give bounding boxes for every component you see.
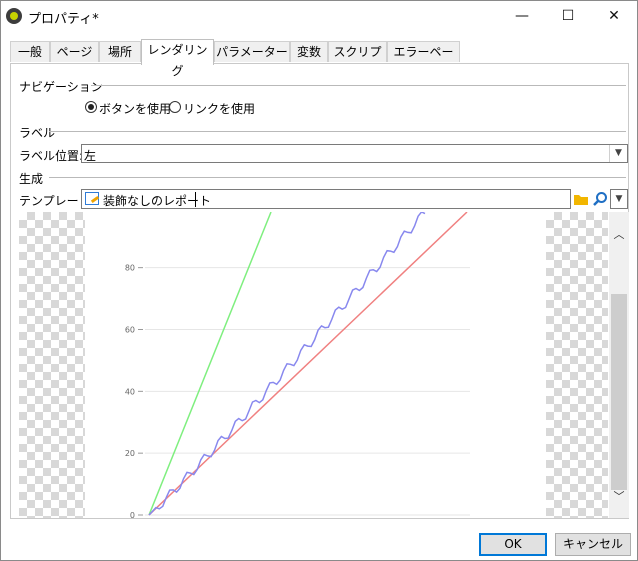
properties-dialog: プロパティ* — ☐ ✕ 一般 ページ 場所 レンダリング パラメーター 変数 …	[0, 0, 638, 561]
label-position-label: ラベル位置:	[19, 149, 84, 163]
app-icon	[6, 8, 22, 24]
navigation-divider	[91, 85, 626, 86]
use-buttons-radio[interactable]	[85, 101, 97, 113]
generate-section-label: 生成	[19, 172, 44, 186]
y-tick-labels: 0 20 40 60 80	[125, 264, 135, 518]
preview-background-right	[546, 212, 608, 518]
use-links-radio[interactable]	[169, 101, 181, 113]
preview-background-left	[19, 212, 85, 518]
chevron-down-icon: ▼	[615, 194, 623, 204]
y-tick-label: 0	[130, 511, 135, 518]
maximize-button[interactable]: ☐	[545, 1, 591, 31]
label-position-select[interactable]: 左 ▼	[81, 144, 628, 163]
use-links-label: リンクを使用	[183, 102, 256, 116]
tab-general[interactable]: 一般	[10, 41, 50, 62]
template-icon	[85, 192, 99, 205]
ok-button[interactable]: OK	[479, 533, 547, 556]
scrollbar-thumb[interactable]	[611, 294, 627, 490]
minimize-button[interactable]: —	[499, 1, 545, 31]
tab-error-page[interactable]: エラーページ	[387, 41, 460, 80]
tab-script[interactable]: スクリプト	[328, 41, 387, 80]
preview-chart: 0 20 40 60 80	[125, 212, 470, 518]
y-tick-label: 20	[125, 449, 135, 458]
label-divider	[49, 131, 626, 132]
preview-scrollbar[interactable]: ︿ ﹀	[609, 212, 629, 518]
y-tick-label: 80	[125, 264, 135, 273]
label-section-label: ラベル	[19, 126, 56, 140]
window-title: プロパティ*	[28, 12, 99, 27]
template-dropdown-button[interactable]: ▼	[610, 189, 628, 209]
y-tick-label: 60	[125, 325, 135, 334]
chevron-down-icon[interactable]: ▼	[609, 145, 627, 162]
close-button[interactable]: ✕	[591, 1, 637, 31]
tab-rendering[interactable]: レンダリング	[141, 39, 214, 78]
cancel-button[interactable]: キャンセル	[555, 533, 631, 556]
navigation-section-label: ナビゲーション	[19, 80, 103, 94]
y-tick-label: 40	[125, 387, 135, 396]
search-icon[interactable]	[592, 191, 608, 207]
series-line-blue	[148, 212, 426, 516]
template-preview: 0 20 40 60 80 ︿ ﹀	[19, 212, 629, 518]
scroll-up-icon[interactable]: ︿	[609, 226, 629, 242]
tab-location[interactable]: 場所	[99, 41, 141, 62]
series-line-green	[148, 212, 272, 516]
title-bar: プロパティ* — ☐ ✕	[1, 1, 637, 31]
folder-icon[interactable]	[573, 192, 589, 206]
tab-variables[interactable]: 変数	[290, 41, 328, 62]
text-cursor	[195, 192, 196, 207]
tab-parameters[interactable]: パラメーター	[214, 41, 290, 62]
scroll-down-icon[interactable]: ﹀	[609, 488, 629, 504]
tab-page[interactable]: ページ	[50, 41, 99, 62]
template-field[interactable]: 装飾なしのレポート	[81, 189, 571, 209]
label-position-value: 左	[84, 149, 97, 163]
generate-divider	[49, 177, 626, 178]
use-buttons-label: ボタンを使用	[99, 102, 172, 116]
